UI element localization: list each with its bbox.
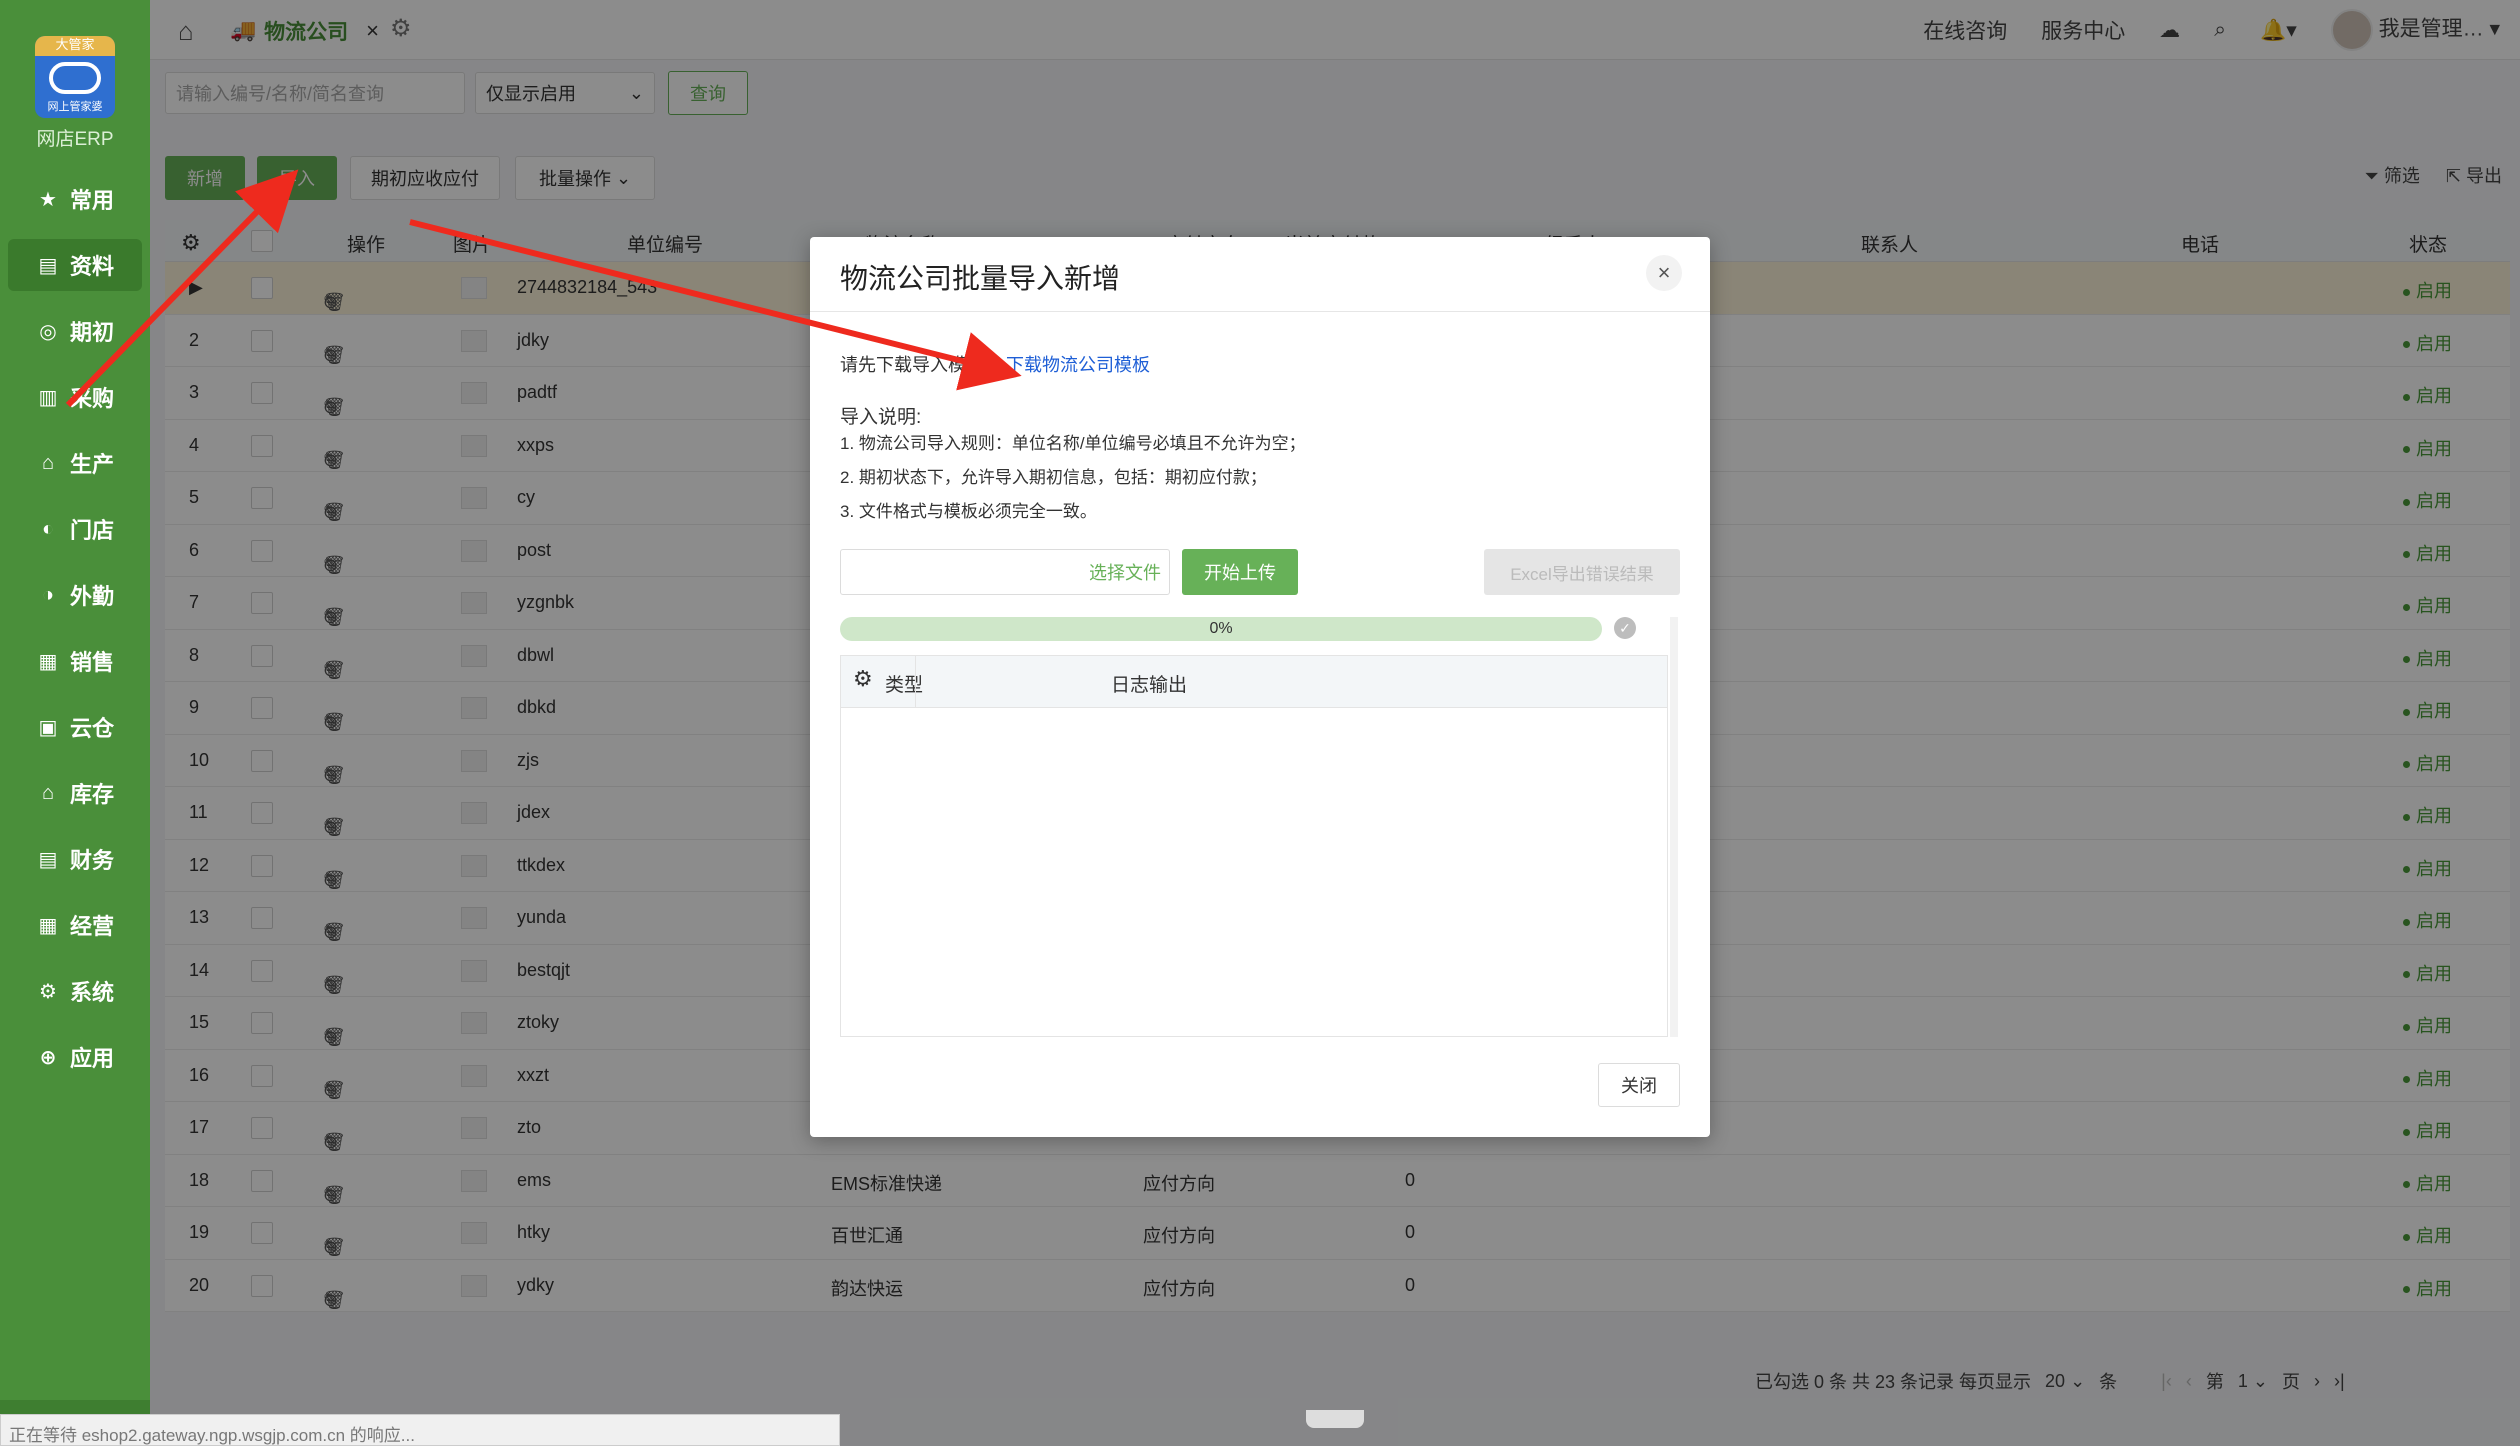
sidebar-item-label: 经营 (70, 914, 115, 939)
log-scrollbar[interactable] (1670, 617, 1678, 1037)
column-divider (915, 656, 916, 708)
import-rules: 1. 物流公司导入规则：单位名称/单位编号必填且不允许为空； 2. 期初状态下，… (840, 427, 1306, 529)
field-icon: ◑ (41, 583, 55, 606)
sidebar-item-label: 门店 (70, 518, 115, 543)
gear-icon: ⚙ (39, 980, 57, 1003)
sidebar-item-label: 云仓 (70, 716, 115, 741)
sidebar-item-label: 库存 (70, 782, 115, 807)
cloud-icon (49, 62, 101, 94)
rule-item: 1. 物流公司导入规则：单位名称/单位编号必填且不允许为空； (840, 434, 1306, 453)
sidebar-item-12[interactable]: ⚙ 系统 (8, 965, 142, 1017)
sidebar-item-label: 采购 (70, 386, 115, 411)
check-icon: ✓ (1614, 617, 1636, 639)
sidebar: 大管家 网上管家婆 网店ERP ★ 常用 ▤ 资料 ◎ 期初 ▥ 采购 ⌂ 生产 ◐ 门店 ◑ 外勤 ▦ 销售… (0, 0, 150, 1446)
sidebar-item-9[interactable]: ⌂ 库存 (8, 767, 142, 819)
logo-band-text: 大管家 (55, 38, 95, 53)
sidebar-item-label: 常用 (70, 188, 115, 213)
start-upload-button[interactable]: 开始上传 (1182, 549, 1298, 595)
collapse-handle[interactable] (1306, 1410, 1364, 1428)
star-icon: ★ (39, 188, 57, 211)
sidebar-item-label: 资料 (70, 254, 115, 279)
sales-icon: ▦ (38, 650, 58, 673)
log-table: ⚙ 类型 日志输出 (840, 655, 1668, 1037)
target-icon: ◎ (39, 320, 57, 343)
sidebar-item-1[interactable]: ▤ 资料 (8, 239, 142, 291)
plus-icon: ⊕ (39, 1046, 57, 1069)
download-tip: 请先下载导入模板： 下载物流公司模板 (840, 351, 1150, 377)
sidebar-item-5[interactable]: ◐ 门店 (8, 503, 142, 555)
log-table-header: ⚙ 类型 日志输出 (841, 656, 1667, 708)
download-template-link[interactable]: 下载物流公司模板 (1006, 355, 1150, 375)
log-header-output: 日志输出 (1111, 675, 1188, 696)
sidebar-item-label: 财务 (70, 848, 115, 873)
sidebar-item-0[interactable]: ★ 常用 (8, 173, 142, 225)
upload-progress-bar: 0% (840, 617, 1602, 641)
sidebar-item-7[interactable]: ▦ 销售 (8, 635, 142, 687)
tip-prefix: 请先下载导入模板： (840, 355, 1002, 375)
app-logo[interactable]: 大管家 网上管家婆 (35, 36, 115, 118)
logo-tag-text: 网上管家婆 (47, 101, 103, 113)
factory-icon: ⌂ (41, 451, 55, 474)
dialog-divider (810, 311, 1710, 312)
close-icon[interactable]: × (1646, 255, 1682, 291)
close-button[interactable]: 关闭 (1598, 1063, 1680, 1107)
sidebar-item-label: 系统 (70, 980, 115, 1005)
sidebar-item-label: 销售 (70, 650, 115, 675)
browser-status-bar: 正在等待 eshop2.gateway.ngp.wsgjp.com.cn 的响应… (0, 1414, 840, 1446)
store-icon: ◐ (41, 517, 55, 540)
rule-item: 2. 期初状态下，允许导入期初信息，包括：期初应付款； (840, 468, 1267, 487)
log-header-type: 类型 (885, 675, 924, 696)
sidebar-item-4[interactable]: ⌂ 生产 (8, 437, 142, 489)
app-name: 网店ERP (36, 129, 114, 150)
doc-icon: ▤ (38, 254, 58, 277)
import-dialog: 物流公司批量导入新增 × 请先下载导入模板： 下载物流公司模板 导入说明: 1. … (810, 237, 1710, 1137)
cart-icon: ▥ (38, 386, 58, 409)
cloud-icon: ▣ (38, 716, 58, 739)
export-errors-button: Excel导出错误结果 (1484, 549, 1680, 595)
column-settings-icon[interactable]: ⚙ (853, 666, 873, 692)
sidebar-item-2[interactable]: ◎ 期初 (8, 305, 142, 357)
sidebar-item-13[interactable]: ⊕ 应用 (8, 1031, 142, 1083)
sidebar-item-6[interactable]: ◑ 外勤 (8, 569, 142, 621)
house-icon: ⌂ (41, 781, 55, 804)
sidebar-item-8[interactable]: ▣ 云仓 (8, 701, 142, 753)
wallet-icon: ▤ (38, 848, 58, 871)
sidebar-item-10[interactable]: ▤ 财务 (8, 833, 142, 885)
rule-item: 3. 文件格式与模板必须完全一致。 (840, 502, 1097, 521)
sidebar-item-label: 生产 (70, 452, 115, 477)
sidebar-item-label: 应用 (70, 1046, 115, 1071)
sidebar-item-label: 外勤 (70, 584, 115, 609)
file-picker[interactable]: 选择文件 (840, 549, 1170, 595)
sidebar-item-label: 期初 (70, 320, 115, 345)
sidebar-item-11[interactable]: ▦ 经营 (8, 899, 142, 951)
sidebar-item-3[interactable]: ▥ 采购 (8, 371, 142, 423)
chart-icon: ▦ (38, 914, 58, 937)
dialog-title: 物流公司批量导入新增 (840, 263, 1121, 294)
